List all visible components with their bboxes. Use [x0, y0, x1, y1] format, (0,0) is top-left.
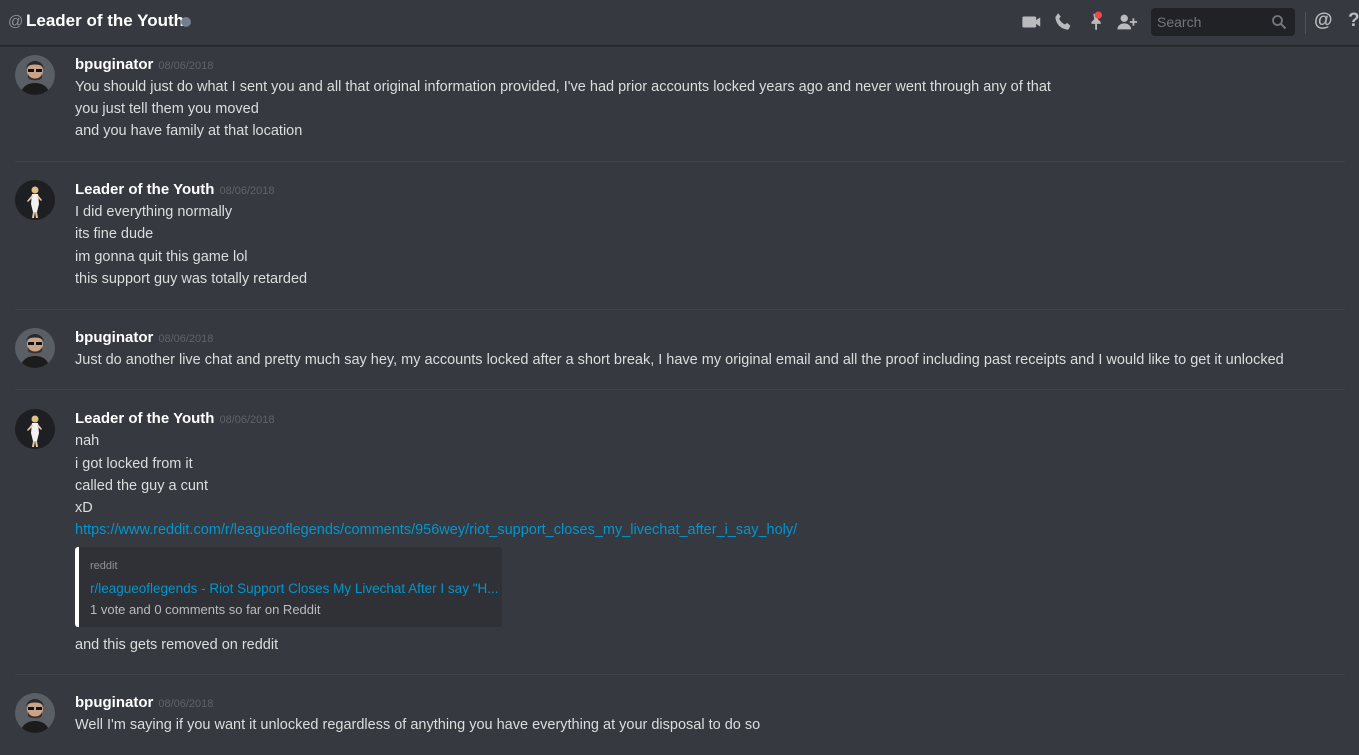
help-icon[interactable]: ?: [1348, 10, 1359, 32]
link-embed: reddit r/leagueoflegends - Riot Support …: [75, 547, 502, 627]
embed-provider: reddit: [90, 560, 118, 572]
message-line: its fine dude: [75, 226, 154, 242]
author-name[interactable]: bpuginator: [75, 329, 153, 346]
avatar-bpuginator[interactable]: [15, 693, 55, 733]
author-name[interactable]: bpuginator: [75, 56, 153, 73]
message-divider: [15, 674, 1345, 675]
message-author[interactable]: bpuginator 08/06/2018: [75, 329, 213, 346]
message-line: im gonna quit this game lol: [75, 249, 248, 265]
message-line: I did everything normally: [75, 204, 233, 220]
message-link-line: https://www.reddit.com/r/leagueoflegends…: [75, 522, 797, 538]
message-author[interactable]: bpuginator 08/06/2018: [75, 694, 213, 711]
message-timestamp: 08/06/2018: [158, 333, 214, 345]
message-line: called the guy a cunt: [75, 478, 209, 494]
video-call-icon[interactable]: [1021, 11, 1043, 33]
message-list[interactable]: bpuginator 08/06/2018 You should just do …: [0, 47, 1359, 755]
avatar-leader-of-the-youth[interactable]: [15, 409, 55, 449]
avatar-leader-of-the-youth[interactable]: [15, 180, 55, 220]
message-timestamp: 08/06/2018: [219, 414, 275, 426]
author-name[interactable]: bpuginator: [75, 694, 153, 711]
search-icon[interactable]: [1271, 14, 1287, 30]
message-line: You should just do what I sent you and a…: [75, 79, 1051, 95]
message-divider: [15, 309, 1345, 310]
mentions-icon[interactable]: @: [1314, 10, 1336, 32]
dm-at-icon: @: [8, 13, 24, 30]
message-timestamp: 08/06/2018: [219, 185, 275, 197]
message-timestamp: 08/06/2018: [158, 698, 214, 710]
message-line: nah: [75, 433, 100, 449]
header-divider: [1305, 12, 1306, 34]
avatar-bpuginator[interactable]: [15, 328, 55, 368]
search-input[interactable]: [1151, 8, 1269, 36]
author-name[interactable]: Leader of the Youth: [75, 410, 214, 427]
message-line: Well I'm saying if you want it unlocked …: [75, 717, 761, 733]
message-line: i got locked from it: [75, 456, 193, 472]
message-line: this support guy was totally retarded: [75, 271, 308, 287]
message-divider: [15, 161, 1345, 162]
message-author[interactable]: bpuginator 08/06/2018: [75, 56, 213, 73]
pinned-messages-icon[interactable]: [1086, 11, 1108, 33]
channel-header: @ Leader of the Youth @ ?: [0, 0, 1359, 46]
offline-status-icon: [181, 17, 191, 27]
message-timestamp: 08/06/2018: [158, 60, 214, 72]
message-line: xD: [75, 500, 93, 516]
avatar-bpuginator[interactable]: [15, 55, 55, 95]
reddit-link[interactable]: https://www.reddit.com/r/leagueoflegends…: [75, 522, 797, 538]
message-divider: [15, 389, 1345, 390]
message-line: and you have family at that location: [75, 123, 303, 139]
message-author[interactable]: Leader of the Youth 08/06/2018: [75, 181, 275, 198]
search-box[interactable]: [1151, 8, 1295, 36]
channel-title: Leader of the Youth: [26, 11, 185, 30]
message-author[interactable]: Leader of the Youth 08/06/2018: [75, 410, 275, 427]
message-line: you just tell them you moved: [75, 101, 259, 117]
author-name[interactable]: Leader of the Youth: [75, 181, 214, 198]
embed-title-link[interactable]: r/leagueoflegends - Riot Support Closes …: [90, 581, 499, 596]
message-line: and this gets removed on reddit: [75, 637, 279, 653]
message-line: Just do another live chat and pretty muc…: [75, 352, 1284, 368]
add-friend-icon[interactable]: [1116, 11, 1138, 33]
voice-call-icon[interactable]: [1052, 11, 1074, 33]
embed-description: 1 vote and 0 comments so far on Reddit: [90, 602, 321, 617]
